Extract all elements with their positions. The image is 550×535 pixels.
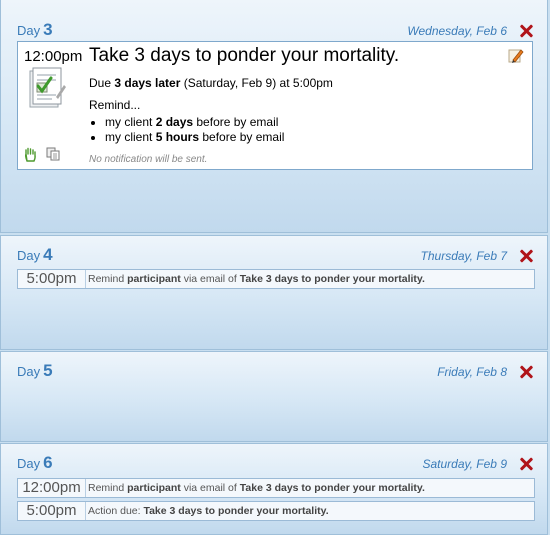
day-heading: Day 3 bbox=[17, 20, 53, 40]
copy-icon[interactable] bbox=[46, 147, 60, 161]
schedule-item[interactable]: 5:00pm Action due: Take 3 days to ponder… bbox=[17, 501, 535, 521]
schedule-item[interactable]: 12:00pm Remind participant via email of … bbox=[17, 478, 535, 498]
item-time: 5:00pm bbox=[18, 502, 86, 520]
item-time: 5:00pm bbox=[18, 270, 86, 288]
checklist-document-icon bbox=[29, 67, 66, 108]
delete-x-icon[interactable] bbox=[519, 249, 533, 263]
day-number: 5 bbox=[43, 361, 53, 380]
day-date: Saturday, Feb 9 bbox=[422, 457, 508, 471]
list-item: my client 2 days before by email bbox=[105, 115, 284, 130]
day-label: Day bbox=[17, 456, 41, 471]
task-due: Due 3 days later (Saturday, Feb 9) at 5:… bbox=[89, 76, 333, 90]
delete-x-icon[interactable] bbox=[519, 365, 533, 379]
item-text: Action due: Take 3 days to ponder your m… bbox=[88, 505, 329, 517]
item-time: 12:00pm bbox=[18, 479, 86, 497]
hand-icon[interactable] bbox=[23, 147, 38, 162]
remind-heading: Remind... bbox=[89, 98, 141, 112]
day-date: Wednesday, Feb 6 bbox=[407, 24, 507, 38]
schedule-item[interactable]: 5:00pm Remind participant via email of T… bbox=[17, 269, 535, 289]
day-label: Day bbox=[17, 364, 41, 379]
day-panel-4: Day 4 Thursday, Feb 7 5:00pm Remind parti… bbox=[0, 235, 548, 350]
day-label: Day bbox=[17, 248, 41, 263]
task-title: Take 3 days to ponder your mortality. bbox=[89, 45, 400, 66]
item-text: Remind participant via email of Take 3 d… bbox=[88, 482, 425, 494]
day-panel-5: Day 5 Friday, Feb 8 bbox=[0, 351, 548, 442]
list-item: my client 5 hours before by email bbox=[105, 130, 284, 145]
day-heading: Day 5 bbox=[17, 361, 53, 381]
day-heading: Day 6 bbox=[17, 453, 53, 473]
day-number: 6 bbox=[43, 453, 53, 472]
notification-status: No notification will be sent. bbox=[89, 154, 208, 165]
task-time: 12:00pm bbox=[24, 48, 83, 65]
reminder-list: my client 2 days before by email my clie… bbox=[89, 115, 284, 145]
day-label: Day bbox=[17, 23, 41, 38]
delete-x-icon[interactable] bbox=[519, 24, 533, 38]
day-heading: Day 4 bbox=[17, 245, 53, 265]
item-text: Remind participant via email of Take 3 d… bbox=[88, 273, 425, 285]
day-number: 3 bbox=[43, 20, 53, 39]
day-date: Friday, Feb 8 bbox=[437, 365, 507, 379]
task-card[interactable]: 12:00pm Take 3 days to ponder your morta… bbox=[17, 41, 533, 170]
day-panel-3: Day 3 Wednesday, Feb 6 12:00pm Take 3 day… bbox=[0, 0, 548, 233]
pencil-icon[interactable] bbox=[508, 48, 524, 64]
day-number: 4 bbox=[43, 245, 53, 264]
delete-x-icon[interactable] bbox=[519, 457, 533, 471]
day-date: Thursday, Feb 7 bbox=[420, 249, 507, 263]
day-panel-6: Day 6 Saturday, Feb 9 12:00pm Remind part… bbox=[0, 443, 548, 535]
